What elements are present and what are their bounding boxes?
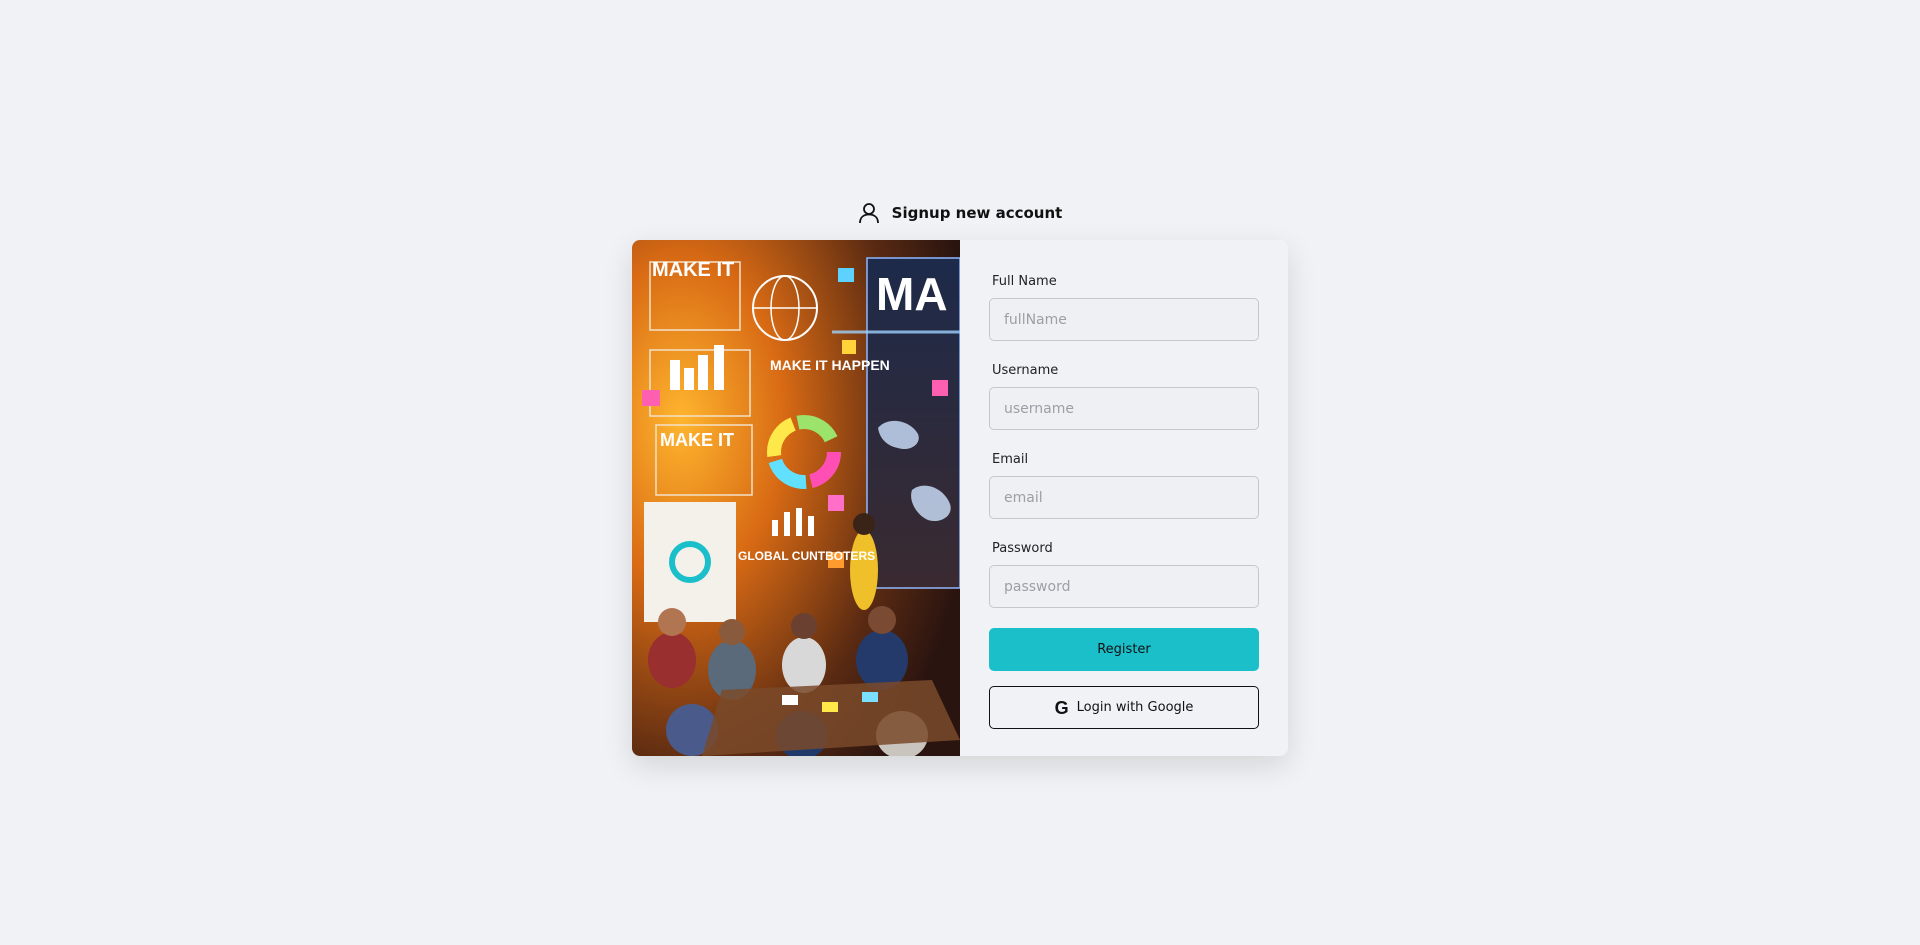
full-name-input[interactable] [989, 298, 1259, 341]
page-header: Signup new account [0, 202, 1920, 224]
signup-card: MAKE IT MAKE IT HAPPEN MAKE IT GLOBAL CU… [632, 240, 1288, 756]
full-name-label: Full Name [992, 274, 1057, 289]
page-title: Signup new account [891, 204, 1063, 222]
google-icon: G [1054, 697, 1069, 718]
register-button[interactable]: Register [989, 628, 1259, 671]
hero-text-make-it: MAKE IT [652, 259, 734, 281]
username-label: Username [992, 363, 1059, 378]
password-input[interactable] [989, 565, 1259, 608]
username-input[interactable] [989, 387, 1259, 430]
email-field: Email [989, 452, 1259, 519]
password-label: Password [992, 541, 1053, 556]
email-label: Email [992, 452, 1029, 467]
signup-form: Full Name Username Email Password Regist… [960, 240, 1288, 756]
email-input[interactable] [989, 476, 1259, 519]
google-login-button[interactable]: G Login with Google [989, 686, 1259, 729]
google-login-label: Login with Google [1076, 700, 1194, 715]
username-field: Username [989, 363, 1259, 430]
hero-illustration: MAKE IT MAKE IT HAPPEN MAKE IT GLOBAL CU… [632, 240, 960, 756]
page: Signup new account MAKE IT MAKE IT HAPPE… [0, 0, 1920, 945]
hero-text-make-it-happen: MAKE IT HAPPEN [770, 357, 890, 373]
password-field: Password [989, 541, 1259, 608]
hero-text-ma: MA [876, 268, 948, 320]
user-icon [858, 202, 880, 224]
full-name-field: Full Name [989, 274, 1259, 341]
hero-text-global: GLOBAL CUNTBOTERS [738, 549, 875, 563]
hero-text-make-it-2: MAKE IT [660, 430, 734, 450]
